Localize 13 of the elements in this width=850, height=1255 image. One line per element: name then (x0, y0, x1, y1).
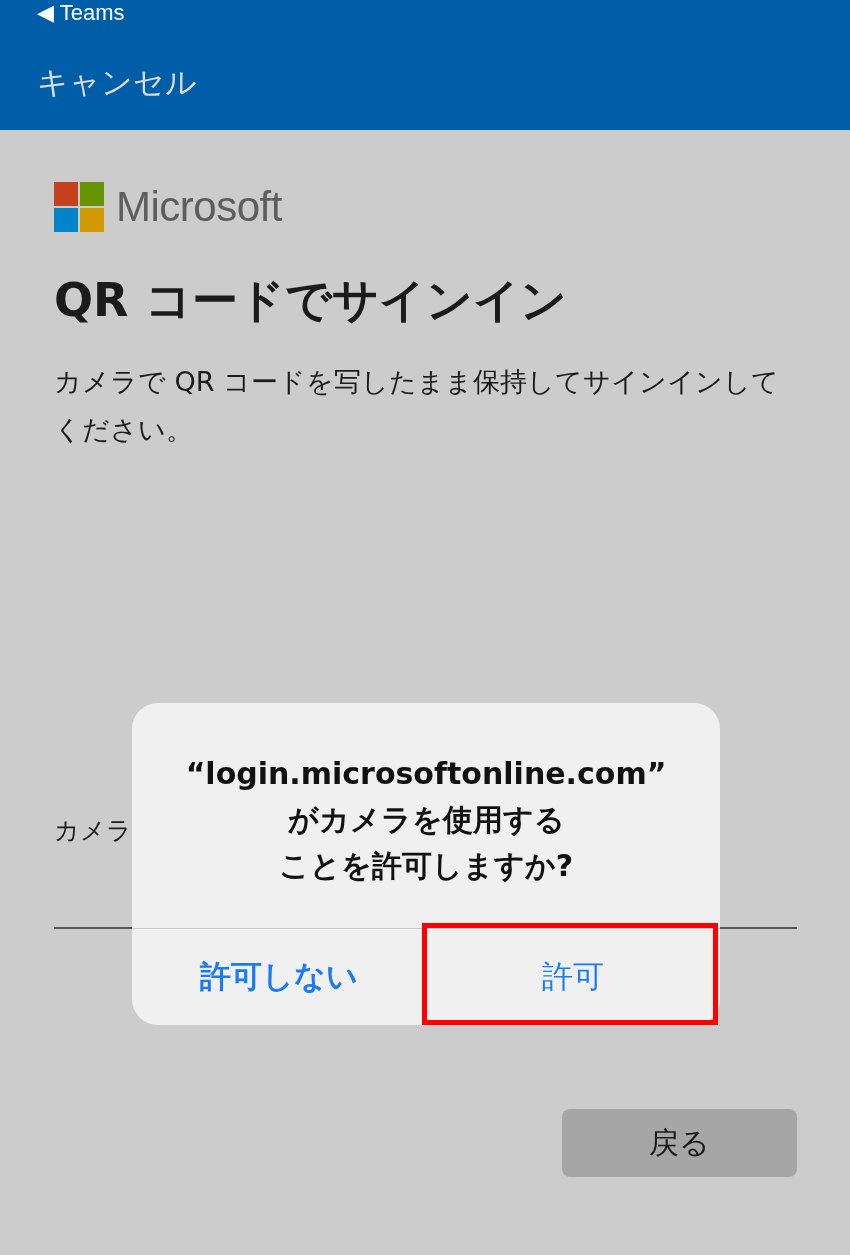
brand-name: Microsoft (116, 183, 282, 231)
cancel-link[interactable]: キャンセル (37, 62, 197, 104)
windows-logo-icon (54, 182, 104, 232)
dialog-button[interactable]: 許可しない (132, 929, 426, 1025)
dialog-button[interactable]: 許可 (426, 929, 720, 1025)
instructions: カメラで QR コードを写したまま保持してサインインしてください。 (54, 365, 781, 447)
dialog-message: がカメラを使用する (287, 800, 565, 839)
field-label: カメラ (54, 815, 132, 847)
page-title: QR コードでサインイン (54, 272, 568, 328)
dialog-message: “login.microsoftonline.com” (185, 754, 667, 793)
dialog-message: ことを許可しますか? (278, 846, 574, 885)
back-button[interactable]: 戻る (562, 1109, 797, 1177)
back-to-app-link[interactable]: ◀ Teams (37, 0, 850, 26)
